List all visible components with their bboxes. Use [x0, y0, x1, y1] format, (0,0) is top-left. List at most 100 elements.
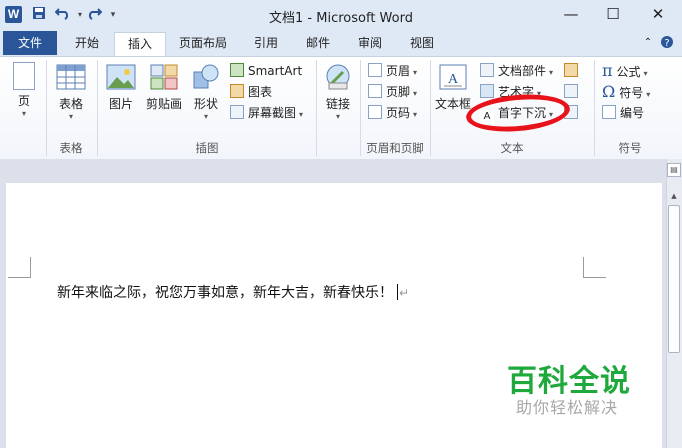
footer-icon — [368, 84, 382, 98]
symbol-label: 符号 — [619, 86, 644, 100]
clipart-button[interactable]: 剪贴画 — [142, 60, 186, 130]
chart-label: 图表 — [248, 85, 273, 99]
shapes-button[interactable]: 形状 ▾ — [188, 60, 224, 130]
links-label: 链接 — [325, 97, 350, 111]
links-button[interactable]: 链接 ▾ — [320, 60, 356, 130]
textbox-icon: A — [439, 64, 467, 90]
group-label-text: 文本 — [500, 141, 524, 155]
clipart-label: 剪贴画 — [145, 97, 182, 111]
group-label-illustrations: 插图 — [195, 141, 219, 155]
chevron-down-icon: ▾ — [68, 112, 73, 121]
chevron-down-icon: ▾ — [203, 112, 208, 121]
ribbon-minimize-icon[interactable]: ⌃ — [640, 32, 656, 56]
group-label-header-footer: 页眉和页脚 — [366, 141, 424, 155]
number-icon — [602, 105, 616, 119]
header-button[interactable]: 页眉 ▾ — [368, 61, 417, 81]
chevron-down-icon: ▾ — [646, 90, 651, 99]
group-separator — [97, 60, 98, 156]
quick-parts-button[interactable]: 文档部件 ▾ — [480, 61, 553, 81]
picture-icon — [106, 64, 136, 90]
chart-icon — [230, 84, 244, 98]
tab-mailings[interactable]: 邮件 — [296, 32, 340, 56]
chevron-down-icon: ▾ — [299, 110, 304, 119]
signature-line-icon[interactable] — [564, 61, 578, 81]
quick-parts-icon — [480, 63, 494, 77]
help-icon[interactable]: ? — [658, 32, 676, 56]
scrollbar-thumb[interactable] — [668, 205, 680, 353]
chevron-down-icon: ▾ — [413, 68, 418, 77]
group-separator — [430, 60, 431, 156]
screenshot-icon — [230, 105, 244, 119]
picture-button[interactable]: 图片 — [102, 60, 140, 130]
tab-insert[interactable]: 插入 — [114, 32, 166, 57]
margin-mark — [583, 257, 606, 278]
chevron-down-icon: ▾ — [21, 109, 26, 118]
table-icon — [56, 64, 86, 90]
page-icon — [13, 62, 35, 90]
pi-icon: π — [602, 61, 613, 80]
smartart-label: SmartArt — [248, 64, 303, 78]
close-button[interactable]: ✕ — [641, 3, 675, 25]
margin-mark — [8, 257, 31, 278]
tab-home[interactable]: 开始 — [62, 32, 112, 56]
header-label: 页眉 — [386, 64, 411, 78]
watermark-subtitle: 助你轻松解决 — [516, 398, 619, 417]
chevron-down-icon: ▾ — [549, 68, 554, 77]
chart-button[interactable]: 图表 — [230, 82, 272, 102]
chevron-down-icon: ▾ — [413, 110, 418, 119]
page-number-label: 页码 — [386, 106, 411, 120]
smartart-button[interactable]: SmartArt — [230, 61, 302, 81]
screenshot-button[interactable]: 屏幕截图 ▾ — [230, 103, 303, 123]
chevron-down-icon: ▾ — [643, 69, 648, 78]
group-separator — [46, 60, 47, 156]
symbol-button[interactable]: Ω 符号 ▾ — [602, 82, 650, 102]
page-number-button[interactable]: 页码 ▾ — [368, 103, 417, 123]
group-separator — [594, 60, 595, 156]
page-number-icon — [368, 105, 382, 119]
tab-view[interactable]: 视图 — [400, 32, 444, 56]
number-label: 编号 — [620, 106, 645, 120]
group-label-symbols: 符号 — [618, 141, 642, 155]
picture-label: 图片 — [108, 97, 133, 111]
group-separator — [360, 60, 361, 156]
pages-button[interactable]: 页 ▾ — [8, 60, 40, 130]
omega-icon: Ω — [602, 82, 616, 101]
shapes-label: 形状 — [193, 97, 218, 111]
ruler-toggle-icon[interactable]: ▤ — [667, 163, 681, 177]
minimize-button[interactable]: — — [554, 3, 588, 25]
table-label: 表格 — [58, 97, 83, 111]
maximize-button[interactable]: ☐ — [596, 3, 630, 25]
equation-button[interactable]: π 公式 ▾ — [602, 61, 648, 81]
tab-file[interactable]: 文件 — [3, 31, 57, 55]
document-text[interactable]: 新年来临之际，祝您万事如意，新年大吉，新春快乐！ ↵ — [57, 282, 409, 302]
footer-button[interactable]: 页脚 ▾ — [368, 82, 417, 102]
number-button[interactable]: 编号 — [602, 103, 644, 123]
textbox-label: 文本框 — [434, 97, 471, 111]
tab-page-layout[interactable]: 页面布局 — [170, 32, 236, 56]
table-button[interactable]: 表格 ▾ — [50, 60, 92, 130]
quick-parts-label: 文档部件 — [498, 64, 547, 78]
clipart-icon — [150, 64, 178, 90]
footer-label: 页脚 — [386, 85, 411, 99]
group-label-tables: 表格 — [59, 141, 83, 155]
text-cursor — [397, 284, 398, 300]
screenshot-label: 屏幕截图 — [248, 106, 297, 120]
document-body: 新年来临之际，祝您万事如意，新年大吉，新春快乐！ — [57, 285, 393, 301]
tab-references[interactable]: 引用 — [244, 32, 288, 56]
smartart-icon — [230, 63, 244, 77]
paragraph-mark-icon: ↵ — [399, 286, 410, 300]
svg-text:A: A — [448, 72, 459, 87]
scroll-up-icon[interactable]: ▲ — [668, 190, 680, 202]
wordart-icon — [480, 84, 494, 98]
shapes-icon — [193, 64, 219, 89]
date-time-icon[interactable] — [564, 82, 578, 102]
tab-review[interactable]: 审阅 — [348, 32, 392, 56]
pages-label: 页 — [17, 94, 30, 108]
chevron-down-icon: ▾ — [413, 89, 418, 98]
group-separator — [316, 60, 317, 156]
globe-link-icon — [326, 64, 350, 90]
header-icon — [368, 63, 382, 77]
chevron-down-icon: ▾ — [335, 112, 340, 121]
equation-label: 公式 — [616, 65, 641, 79]
svg-text:?: ? — [664, 38, 669, 49]
